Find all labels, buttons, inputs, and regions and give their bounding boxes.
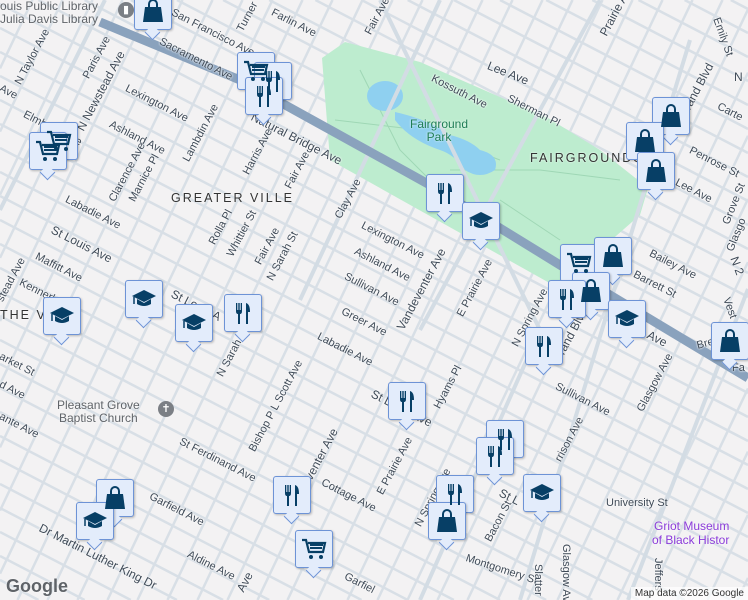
school-marker[interactable] <box>125 280 163 318</box>
street-line <box>0 314 547 600</box>
church-cross-icon: ✝ <box>158 401 174 417</box>
street-label: Slatter <box>532 564 544 596</box>
museum-label[interactable]: Griot Museum of Black Histor <box>652 519 729 547</box>
school-marker[interactable] <box>43 297 81 335</box>
shopping-marker[interactable] <box>428 502 466 540</box>
lake <box>367 81 403 111</box>
grocery-marker[interactable] <box>29 132 67 170</box>
restaurant-marker[interactable] <box>426 174 464 212</box>
restaurant-marker[interactable] <box>273 476 311 514</box>
restaurant-marker[interactable] <box>548 280 586 318</box>
museum-name-line: Griot Museum <box>654 519 730 533</box>
street-label: Jeffers <box>652 558 664 591</box>
street-label: N <box>734 70 743 84</box>
restaurant-marker[interactable] <box>476 437 514 475</box>
library-name-line: Julia Davis Library <box>0 12 99 26</box>
shopping-marker[interactable] <box>134 0 172 30</box>
museum-name-line: of Black Histor <box>652 533 730 547</box>
school-marker[interactable] <box>76 502 114 540</box>
restaurant-marker[interactable] <box>388 382 426 420</box>
park-label-line: Park <box>426 130 452 144</box>
google-logo[interactable]: Google <box>6 576 68 597</box>
shopping-marker[interactable] <box>637 152 675 190</box>
shopping-marker[interactable] <box>626 122 664 160</box>
map-canvas[interactable]: GREATER VILLE FAIRGROUNDS THE V Fairgrou… <box>0 0 748 600</box>
restaurant-marker[interactable] <box>245 77 283 115</box>
map-attribution[interactable]: Map data ©2026 Google <box>630 587 748 600</box>
school-marker[interactable] <box>462 202 500 240</box>
restaurant-marker[interactable] <box>224 294 262 332</box>
school-marker[interactable] <box>523 474 561 512</box>
street-line <box>730 0 748 11</box>
church-name-line: Baptist Church <box>59 411 138 425</box>
shopping-marker[interactable] <box>594 237 632 275</box>
neighborhood-the-ville: THE V <box>0 308 47 322</box>
street-label: University St <box>606 497 668 509</box>
library-label[interactable]: ouis Public Library Julia Davis Library <box>0 0 98 26</box>
shopping-marker[interactable] <box>711 322 748 360</box>
fairground-park-label[interactable]: Fairground Park <box>410 118 468 144</box>
restaurant-marker[interactable] <box>525 327 563 365</box>
library-icon: ▮ <box>118 2 134 18</box>
church-label[interactable]: Pleasant Grove Baptist Church <box>57 399 140 425</box>
school-marker[interactable] <box>175 304 213 342</box>
school-marker[interactable] <box>608 300 646 338</box>
neighborhood-greater-ville: GREATER VILLE <box>171 191 295 205</box>
street-label: Glasgow Av <box>560 544 572 600</box>
grocery-marker[interactable] <box>295 530 333 568</box>
